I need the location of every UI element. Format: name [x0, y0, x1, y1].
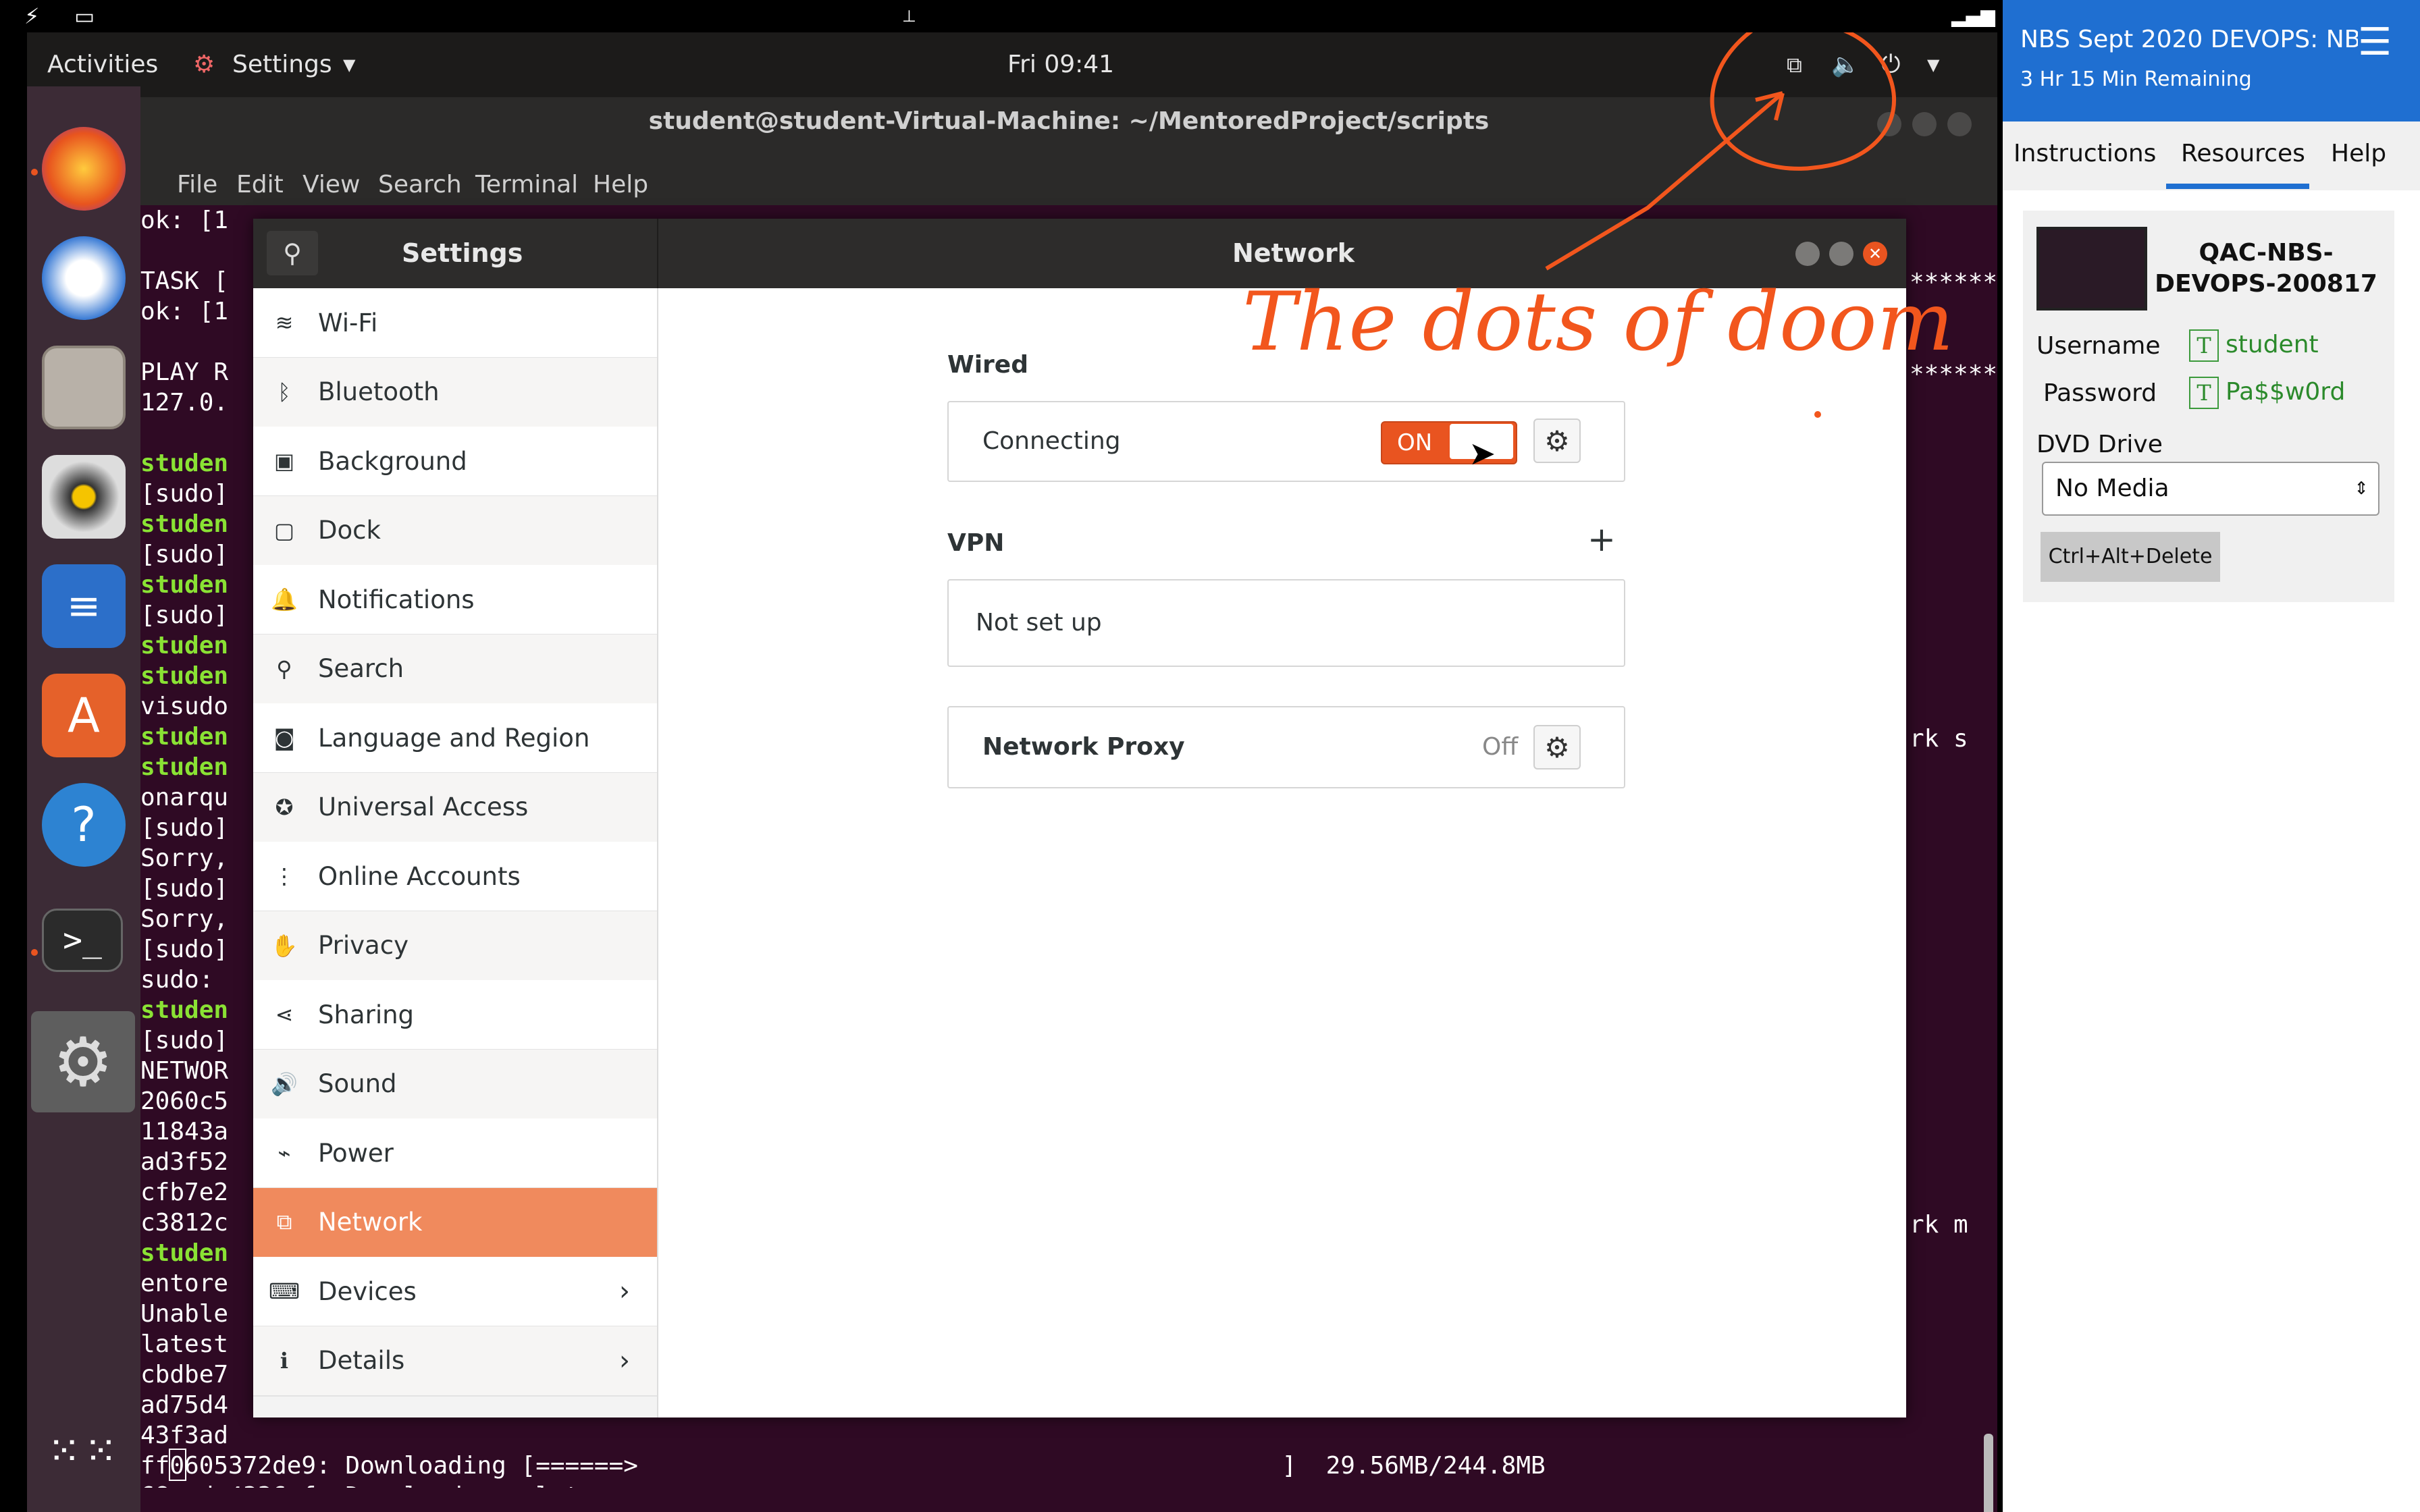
- annotation-arrow: [1545, 91, 1785, 271]
- tab-resources[interactable]: Resources: [2181, 122, 2305, 186]
- username-label: Username: [2036, 332, 2161, 360]
- type-password-icon[interactable]: T: [2189, 377, 2219, 409]
- lab-panel-header: NBS Sept 2020 DEVOPS: NBS 3 Hr 15 Min Re…: [2003, 0, 2420, 122]
- annotation-overlay: The dots of doom: [1242, 32, 1953, 418]
- lab-panel: NBS Sept 2020 DEVOPS: NBS 3 Hr 15 Min Re…: [2003, 0, 2420, 1512]
- lab-tabs: Instructions Resources Help: [2003, 122, 2420, 190]
- vm-thumbnail[interactable]: [2036, 227, 2147, 310]
- vm-machine-name: QAC-NBS-DEVOPS-200817: [2155, 239, 2377, 298]
- resources-card: QAC-NBS-DEVOPS-200817 Username T student…: [2023, 211, 2394, 602]
- tab-instructions[interactable]: Instructions: [2014, 122, 2156, 186]
- annotation-dot: [1814, 411, 1821, 418]
- dvd-drive-value: No Media: [2055, 475, 2169, 502]
- password-label: Password: [2043, 379, 2157, 407]
- type-username-icon[interactable]: T: [2189, 329, 2219, 362]
- tab-help[interactable]: Help: [2331, 122, 2386, 186]
- password-value[interactable]: Pa$$w0rd: [2226, 378, 2345, 406]
- annotation-circle: [1710, 32, 1896, 171]
- active-tab-underline: [2166, 184, 2309, 189]
- pin-icon: ⊥: [902, 7, 916, 26]
- select-arrows-icon: ⇕: [2354, 479, 2369, 499]
- vm-screen: Activities ⚙ Settings ▼ Fri 09:41 ⧉ 🔈 ⏻ …: [27, 32, 1997, 1512]
- username-value[interactable]: student: [2226, 331, 2319, 358]
- bolt-icon: ⚡: [24, 3, 40, 29]
- monitor-icon: ▭: [74, 3, 95, 29]
- dvd-drive-select[interactable]: No Media ⇕: [2042, 462, 2379, 516]
- ctrl-alt-delete-label: Ctrl+Alt+Delete: [2048, 545, 2213, 568]
- ctrl-alt-delete-button[interactable]: Ctrl+Alt+Delete: [2041, 532, 2220, 582]
- dvd-drive-label: DVD Drive: [2036, 431, 2163, 458]
- lab-title: NBS Sept 2020 DEVOPS: NBS: [2020, 26, 2358, 53]
- lab-time-remaining: 3 Hr 15 Min Remaining: [2020, 68, 2252, 91]
- host-top-bar: ⚡ ▭ ⊥ ▂▄▆: [0, 0, 2003, 32]
- hamburger-menu-icon[interactable]: ☰: [2358, 20, 2392, 64]
- signal-icon: ▂▄▆: [1951, 5, 1995, 27]
- annotation-text: The dots of doom: [1242, 275, 1953, 369]
